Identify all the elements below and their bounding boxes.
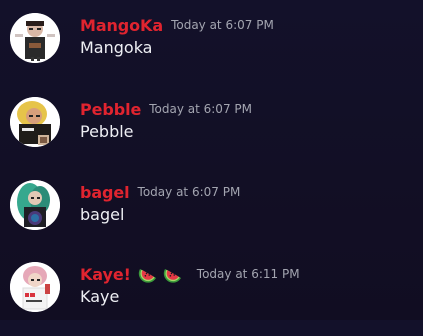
message-item: Kaye! Today at 6:11 PM Kaye [0,262,423,336]
message-header: Pebble Today at 6:07 PM [80,97,252,121]
message-item: bagel Today at 6:07 PM bagel [0,180,423,254]
username[interactable]: Kaye! [80,265,131,284]
watermelon-icon [138,264,158,284]
message-item: Pebble Today at 6:07 PM Pebble [0,97,423,171]
message-item: MangoKa Today at 6:07 PM Mangoka [0,13,423,87]
username[interactable]: MangoKa [80,16,163,35]
user-avatar-icon [10,13,60,63]
avatar[interactable] [10,97,60,147]
message-header: MangoKa Today at 6:07 PM [80,13,274,37]
timestamp[interactable]: Today at 6:07 PM [149,102,252,116]
user-avatar-icon [10,262,60,312]
avatar[interactable] [10,262,60,312]
message-content: Mangoka [80,38,153,57]
name-emoji-group [133,264,183,284]
timestamp[interactable]: Today at 6:11 PM [197,267,300,281]
username[interactable]: Pebble [80,100,141,119]
timestamp[interactable]: Today at 6:07 PM [171,18,274,32]
avatar[interactable] [10,180,60,230]
user-avatar-icon [10,180,60,230]
message-content: Pebble [80,122,134,141]
message-header: bagel Today at 6:07 PM [80,180,240,204]
message-header: Kaye! Today at 6:11 PM [80,262,300,286]
watermelon-icon [163,264,183,284]
user-avatar-icon [10,97,60,147]
avatar[interactable] [10,13,60,63]
username[interactable]: bagel [80,183,130,202]
message-content: bagel [80,205,125,224]
message-content: Kaye [80,287,120,306]
timestamp[interactable]: Today at 6:07 PM [138,185,241,199]
